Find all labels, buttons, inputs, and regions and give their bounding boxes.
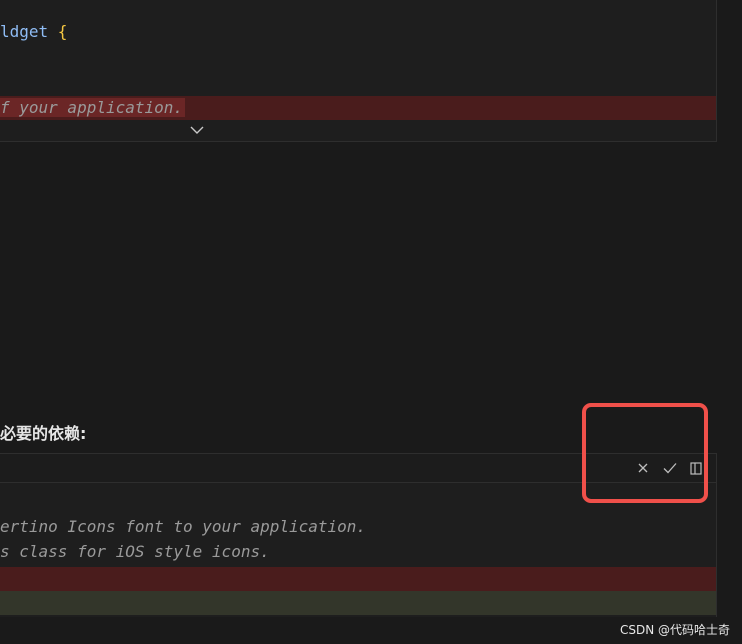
added-code-line bbox=[0, 591, 716, 615]
code-diff-panel-top: ldget { f your application. bbox=[0, 0, 717, 142]
diff-toolbar bbox=[0, 453, 717, 483]
accept-change-button[interactable] bbox=[661, 459, 679, 477]
check-icon bbox=[663, 463, 677, 474]
removed-code-line bbox=[0, 567, 716, 591]
reject-change-button[interactable] bbox=[634, 459, 652, 477]
comment-line: s class for iOS style icons. bbox=[0, 542, 270, 561]
split-view-icon bbox=[690, 461, 702, 475]
section-heading: 必要的依赖: bbox=[0, 424, 87, 443]
code-diff-panel-bottom: ertino Icons font to your application. s… bbox=[0, 483, 717, 617]
class-identifier: ldget bbox=[0, 22, 49, 41]
code-line: ldget { bbox=[0, 20, 67, 44]
open-brace: { bbox=[48, 22, 68, 41]
removed-code-line: f your application. bbox=[0, 96, 716, 120]
comment-line: ertino Icons font to your application. bbox=[0, 517, 367, 536]
removed-comment-text: f your application. bbox=[0, 98, 186, 117]
watermark: CSDN @代码哈士奇 bbox=[619, 623, 730, 637]
split-view-button[interactable] bbox=[688, 459, 704, 477]
close-icon bbox=[638, 463, 648, 473]
chevron-down-icon[interactable] bbox=[189, 122, 205, 136]
